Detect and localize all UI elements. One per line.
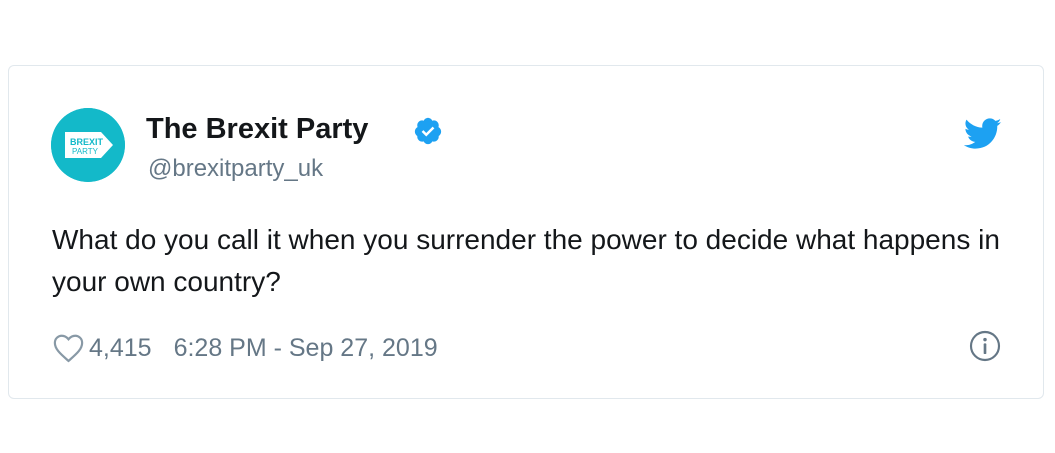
timestamp[interactable]: 6:28 PM - Sep 27, 2019 [174, 334, 438, 363]
like-count[interactable]: 4,415 [89, 334, 152, 363]
twitter-bird-icon[interactable] [964, 118, 1002, 150]
handle[interactable]: @brexitparty_uk [148, 154, 323, 184]
tweet-card: BREXIT PARTY The Brexit Party @brexitpar… [8, 65, 1044, 399]
display-name[interactable]: The Brexit Party [146, 112, 368, 146]
info-icon[interactable] [969, 330, 1001, 362]
heart-icon[interactable] [52, 333, 85, 363]
avatar-logo-text: BREXIT [70, 137, 104, 147]
avatar-logo-subtext: PARTY [72, 147, 98, 156]
tweet-footer: 4,415 6:28 PM - Sep 27, 2019 [52, 328, 438, 368]
verified-badge-icon [414, 117, 442, 145]
avatar[interactable]: BREXIT PARTY [51, 108, 125, 182]
tweet-text: What do you call it when you surrender t… [52, 224, 1000, 297]
